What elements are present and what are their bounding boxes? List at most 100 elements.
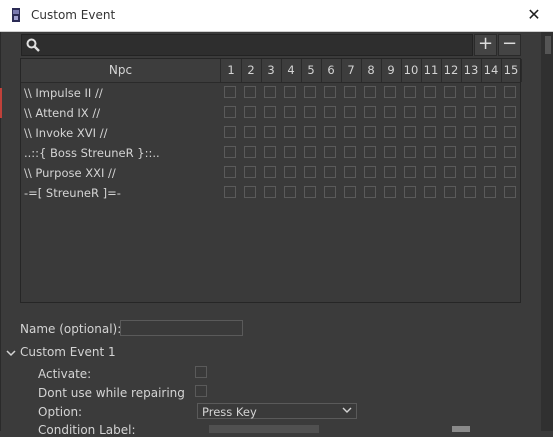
event-checkbox[interactable] (504, 186, 516, 198)
event-checkbox[interactable] (364, 186, 376, 198)
condition-button[interactable] (452, 426, 470, 432)
activate-checkbox[interactable] (195, 366, 207, 378)
event-checkbox[interactable] (364, 106, 376, 118)
event-checkbox[interactable] (384, 166, 396, 178)
event-checkbox[interactable] (384, 146, 396, 158)
event-checkbox[interactable] (344, 186, 356, 198)
event-checkbox[interactable] (424, 186, 436, 198)
event-checkbox[interactable] (324, 106, 336, 118)
event-checkbox[interactable] (264, 126, 276, 138)
event-checkbox[interactable] (484, 186, 496, 198)
event-checkbox[interactable] (384, 126, 396, 138)
event-checkbox[interactable] (284, 106, 296, 118)
event-checkbox[interactable] (304, 186, 316, 198)
event-checkbox[interactable] (504, 106, 516, 118)
event-checkbox[interactable] (244, 106, 256, 118)
event-checkbox[interactable] (444, 146, 456, 158)
event-checkbox[interactable] (364, 86, 376, 98)
event-checkbox[interactable] (484, 106, 496, 118)
event-checkbox[interactable] (444, 86, 456, 98)
event-checkbox[interactable] (464, 146, 476, 158)
event-checkbox[interactable] (464, 126, 476, 138)
remove-button[interactable]: − (498, 34, 521, 56)
event-checkbox[interactable] (444, 106, 456, 118)
event-checkbox[interactable] (284, 146, 296, 158)
close-button[interactable]: ✕ (523, 4, 545, 26)
scrollbar-thumb[interactable] (545, 36, 551, 54)
event-checkbox[interactable] (424, 106, 436, 118)
event-checkbox[interactable] (384, 106, 396, 118)
event-checkbox[interactable] (444, 186, 456, 198)
event-checkbox[interactable] (264, 106, 276, 118)
event-checkbox[interactable] (404, 126, 416, 138)
event-checkbox[interactable] (484, 166, 496, 178)
event-checkbox[interactable] (504, 126, 516, 138)
event-checkbox[interactable] (284, 166, 296, 178)
event-checkbox[interactable] (344, 106, 356, 118)
event-checkbox[interactable] (324, 166, 336, 178)
event-checkbox[interactable] (484, 86, 496, 98)
event-checkbox[interactable] (224, 166, 236, 178)
event-checkbox[interactable] (424, 146, 436, 158)
scrollbar[interactable] (541, 32, 553, 431)
event-checkbox[interactable] (464, 166, 476, 178)
dont-use-checkbox[interactable] (195, 385, 207, 397)
event-checkbox[interactable] (244, 166, 256, 178)
event-checkbox[interactable] (444, 126, 456, 138)
event-checkbox[interactable] (504, 166, 516, 178)
event-checkbox[interactable] (304, 166, 316, 178)
event-checkbox[interactable] (324, 86, 336, 98)
event-checkbox[interactable] (304, 86, 316, 98)
event-checkbox[interactable] (404, 86, 416, 98)
add-button[interactable]: + (474, 34, 497, 56)
event-checkbox[interactable] (244, 126, 256, 138)
event-checkbox[interactable] (444, 166, 456, 178)
event-checkbox[interactable] (484, 126, 496, 138)
event-checkbox[interactable] (424, 126, 436, 138)
event-checkbox[interactable] (404, 106, 416, 118)
event-checkbox[interactable] (344, 166, 356, 178)
event-checkbox[interactable] (364, 166, 376, 178)
event-checkbox[interactable] (364, 146, 376, 158)
event-checkbox[interactable] (364, 126, 376, 138)
event-checkbox[interactable] (504, 86, 516, 98)
event-checkbox[interactable] (404, 146, 416, 158)
event-checkbox[interactable] (224, 106, 236, 118)
event-checkbox[interactable] (264, 86, 276, 98)
event-checkbox[interactable] (224, 186, 236, 198)
event-checkbox[interactable] (264, 166, 276, 178)
event-checkbox[interactable] (384, 86, 396, 98)
event-checkbox[interactable] (304, 146, 316, 158)
event-checkbox[interactable] (224, 146, 236, 158)
event-checkbox[interactable] (264, 186, 276, 198)
name-field[interactable] (120, 320, 243, 336)
event-checkbox[interactable] (224, 86, 236, 98)
event-checkbox[interactable] (284, 126, 296, 138)
event-checkbox[interactable] (404, 186, 416, 198)
event-checkbox[interactable] (244, 146, 256, 158)
event-checkbox[interactable] (404, 166, 416, 178)
event-checkbox[interactable] (464, 186, 476, 198)
search-input[interactable] (21, 34, 473, 56)
event-checkbox[interactable] (424, 86, 436, 98)
event-checkbox[interactable] (284, 86, 296, 98)
condition-value[interactable] (209, 425, 319, 433)
event-checkbox[interactable] (324, 146, 336, 158)
event-checkbox[interactable] (324, 126, 336, 138)
event-checkbox[interactable] (244, 86, 256, 98)
event-checkbox[interactable] (304, 106, 316, 118)
event-checkbox[interactable] (304, 126, 316, 138)
option-select[interactable]: Press Key (197, 403, 357, 419)
event-checkbox[interactable] (264, 146, 276, 158)
event-checkbox[interactable] (464, 106, 476, 118)
event-checkbox[interactable] (344, 86, 356, 98)
event-checkbox[interactable] (344, 146, 356, 158)
event-checkbox[interactable] (504, 146, 516, 158)
event-checkbox[interactable] (484, 146, 496, 158)
event-checkbox[interactable] (384, 186, 396, 198)
event-checkbox[interactable] (244, 186, 256, 198)
event-checkbox[interactable] (224, 126, 236, 138)
event-checkbox[interactable] (324, 186, 336, 198)
event-checkbox[interactable] (424, 166, 436, 178)
event-checkbox[interactable] (344, 126, 356, 138)
